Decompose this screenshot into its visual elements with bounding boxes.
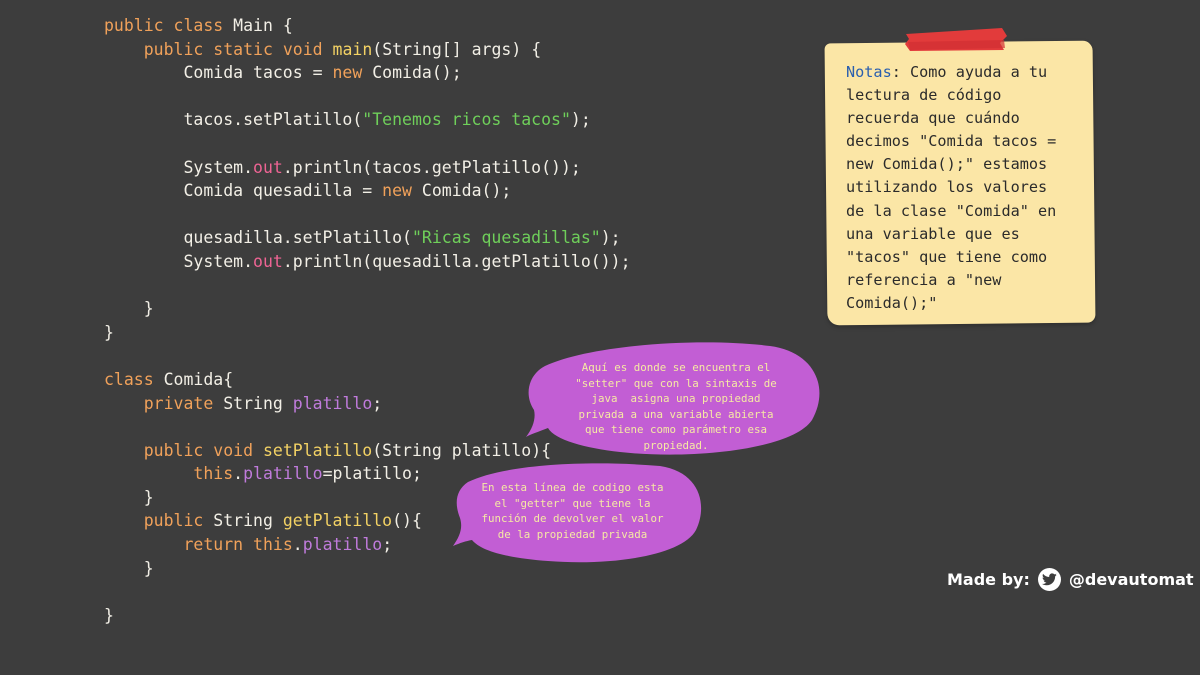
- code-token: void: [213, 440, 263, 460]
- code-token: main: [332, 39, 373, 59]
- code-token: return: [183, 535, 254, 555]
- tape-decoration: [905, 28, 1007, 51]
- code-token: System.: [104, 157, 254, 177]
- code-token: }: [104, 558, 154, 578]
- code-token: new: [332, 63, 373, 83]
- code-token: (String[] args) {: [372, 39, 542, 59]
- getter-bubble-text: En esta línea de codigo esta el "getter"…: [481, 481, 664, 541]
- code-token: private: [143, 393, 224, 413]
- code-token: quesadilla.setPlatillo(: [104, 228, 412, 248]
- code-token: "Tenemos ricos tacos": [362, 110, 571, 130]
- code-line: public class Main {: [104, 14, 631, 38]
- code-token: Comida tacos =: [104, 63, 333, 83]
- code-line: System.out.println(tacos.getPlatillo());: [104, 156, 631, 180]
- code-token: public: [143, 39, 214, 59]
- code-line: tacos.setPlatillo("Tenemos ricos tacos")…: [104, 108, 631, 132]
- code-token: );: [570, 110, 591, 130]
- code-token: platillo: [302, 535, 383, 555]
- code-token: this: [253, 535, 293, 555]
- code-token: }: [104, 605, 114, 625]
- code-line: }: [104, 604, 631, 628]
- code-token: String: [223, 393, 293, 413]
- code-token: System.: [104, 251, 254, 271]
- code-line: Comida tacos = new Comida();: [104, 61, 631, 85]
- code-token: Comida quesadilla =: [104, 181, 383, 201]
- code-token: Main {: [233, 16, 293, 35]
- code-token: public: [104, 16, 174, 35]
- code-token: (){: [392, 511, 422, 531]
- code-token: =platillo;: [322, 464, 422, 484]
- code-token: class: [173, 16, 234, 35]
- setter-bubble-text: Aquí es donde se encuentra el "setter" q…: [575, 361, 777, 452]
- code-token: }: [104, 322, 114, 342]
- code-line: }: [104, 297, 631, 321]
- twitter-icon: [1037, 568, 1061, 591]
- code-token: ;: [382, 535, 393, 555]
- twitter-handle: @devautomat: [1068, 570, 1194, 589]
- code-token: Comida();: [372, 63, 462, 83]
- code-line: private String platillo;: [104, 392, 631, 416]
- code-token: public: [143, 440, 214, 460]
- code-token: String: [213, 511, 283, 531]
- credits: Made by: @devautomat: [947, 568, 1194, 591]
- code-line: Comida quesadilla = new Comida();: [104, 179, 631, 203]
- code-token: .println(quesadilla.getPlatillo());: [282, 251, 631, 271]
- code-token: static: [213, 39, 283, 59]
- code-token: }: [104, 299, 154, 319]
- code-token: out: [253, 251, 283, 271]
- code-token: setPlatillo: [262, 440, 373, 460]
- code-line: public static void main(String[] args) {: [104, 38, 631, 62]
- code-token: new: [382, 181, 422, 201]
- note-text: Notas: Como ayuda a tu lectura de código…: [846, 61, 1096, 315]
- made-by-label: Made by:: [947, 570, 1030, 589]
- code-token: "Ricas quesadillas": [411, 228, 601, 248]
- code-token: void: [282, 39, 333, 59]
- code-token: this: [193, 464, 234, 484]
- code-token: (String platillo){: [372, 440, 552, 460]
- code-line: public void setPlatillo(String platillo)…: [104, 439, 631, 463]
- code-token: }: [104, 487, 154, 507]
- code-token: public: [143, 511, 214, 531]
- code-token: platillo: [243, 464, 323, 484]
- code-line: System.out.println(quesadilla.getPlatill…: [104, 250, 631, 274]
- code-line: class Comida{: [104, 368, 631, 392]
- code-line: }: [104, 321, 631, 345]
- code-token: .: [233, 464, 244, 484]
- code-token: class: [104, 369, 164, 389]
- code-line: }: [104, 557, 631, 581]
- code-token: Comida{: [163, 369, 234, 389]
- code-token: .: [292, 535, 303, 555]
- note-body: : Como ayuda a tu lectura de código recu…: [846, 63, 1057, 312]
- code-token: );: [600, 228, 621, 248]
- code-token: ;: [372, 393, 383, 413]
- code-line: quesadilla.setPlatillo("Ricas quesadilla…: [104, 226, 631, 250]
- code-token: out: [253, 157, 283, 177]
- note-label: Notas: [846, 63, 892, 81]
- code-token: tacos.setPlatillo(: [104, 110, 363, 130]
- code-token: getPlatillo: [282, 511, 393, 531]
- code-token: platillo: [292, 393, 373, 413]
- code-token: Comida();: [421, 181, 512, 201]
- code-token: .println(tacos.getPlatillo());: [282, 157, 581, 177]
